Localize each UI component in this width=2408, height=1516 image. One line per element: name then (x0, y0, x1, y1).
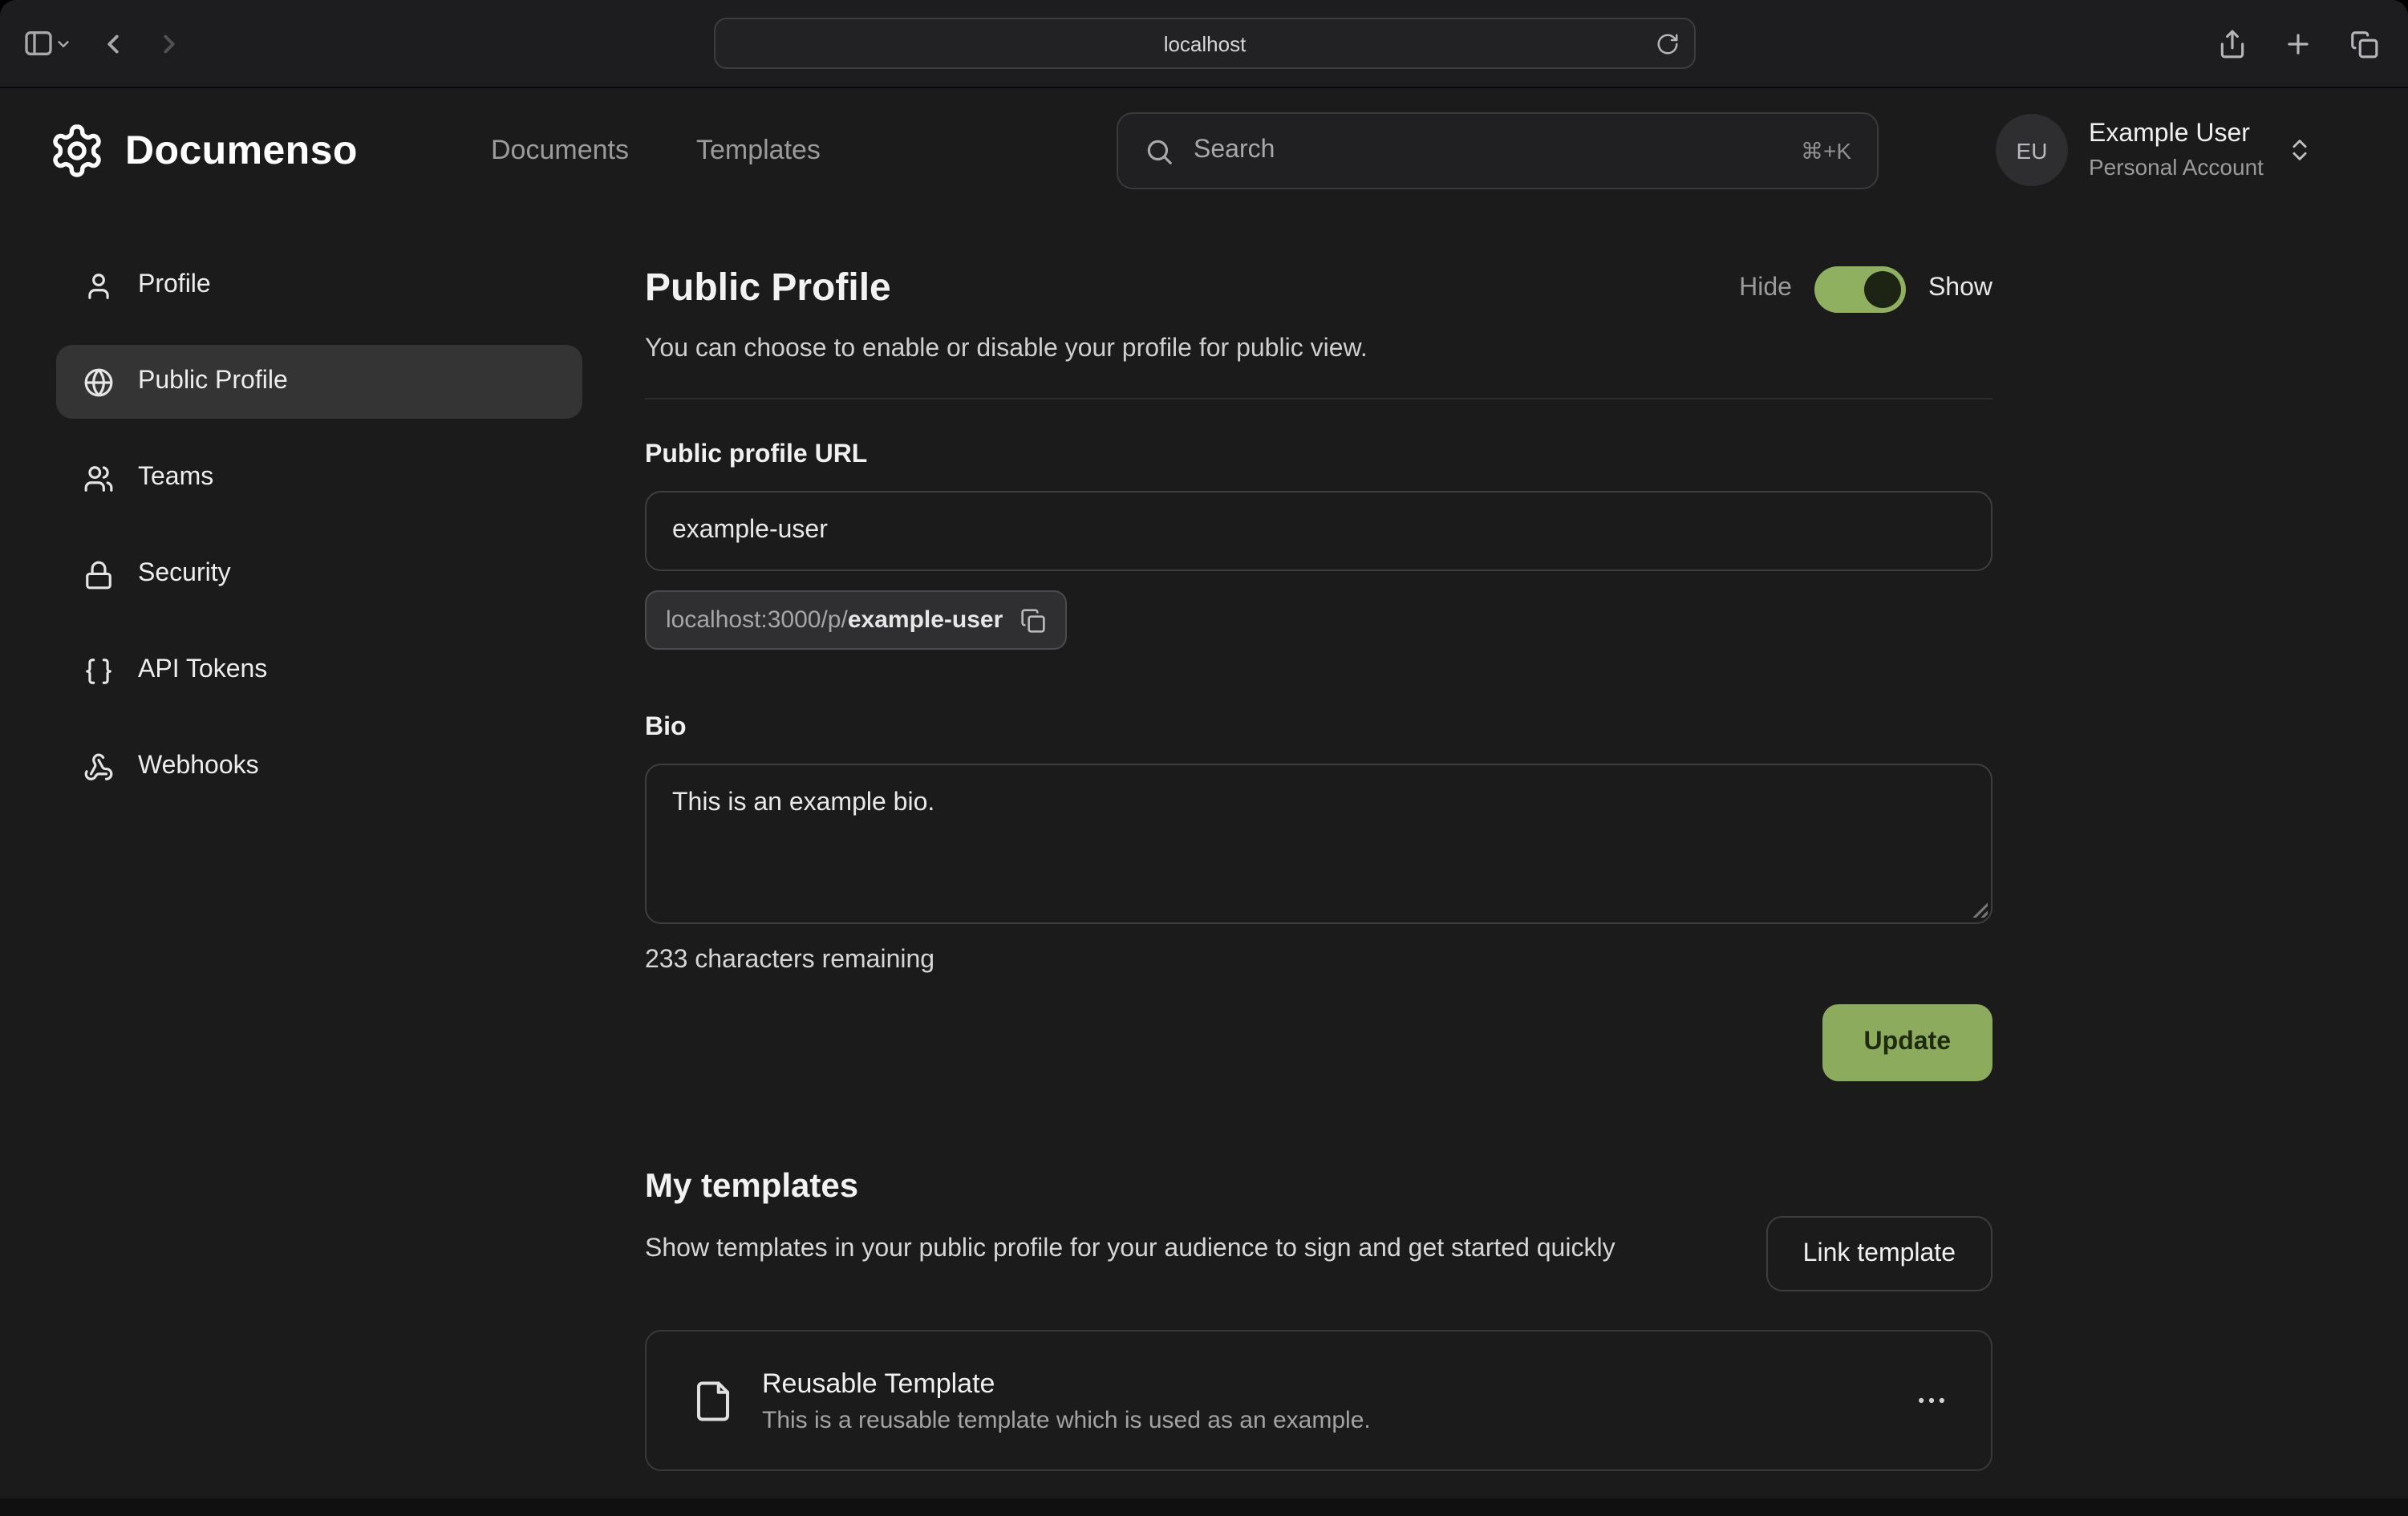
lock-icon (83, 559, 114, 590)
divider (645, 398, 1992, 399)
hide-label: Hide (1739, 274, 1792, 303)
ellipsis-menu-icon[interactable] (1914, 1383, 1949, 1418)
forward-icon[interactable] (154, 28, 184, 59)
search-placeholder: Search (1194, 136, 1275, 165)
tab-overview-icon[interactable] (2349, 28, 2379, 59)
share-icon[interactable] (2217, 28, 2248, 59)
documenso-logo-icon (48, 122, 106, 180)
globe-icon (83, 367, 114, 397)
url-text: localhost (1164, 31, 1247, 55)
search-shortcut: ⌘+K (1801, 137, 1851, 164)
sidebar-item-label: Profile (138, 271, 211, 300)
sidebar-item-label: API Tokens (138, 656, 267, 685)
characters-remaining: 233 characters remaining (645, 946, 1992, 975)
sidebar-item-label: Security (138, 560, 231, 589)
template-card[interactable]: Reusable Template This is a reusable tem… (645, 1330, 1992, 1471)
title-row: Public Profile Hide Show (645, 263, 1992, 314)
visibility-toggle-group: Hide Show (1739, 266, 1992, 312)
profile-link-slug: example-user (848, 606, 1003, 634)
users-icon (83, 463, 114, 493)
sidebar-item-label: Webhooks (138, 752, 259, 781)
brand[interactable]: Documenso (48, 122, 358, 180)
copy-icon[interactable] (1020, 607, 1046, 633)
app-header: Documenso Documents Templates Search ⌘+K… (0, 87, 2408, 215)
public-profile-url-label: Public profile URL (645, 441, 1992, 470)
chevrons-up-down-icon (2286, 136, 2313, 164)
screen: localhost Documenso Documents (0, 0, 2408, 1516)
nav-templates[interactable]: Templates (696, 135, 821, 167)
show-label: Show (1928, 274, 1992, 303)
profile-visibility-toggle[interactable] (1814, 266, 1906, 312)
back-icon[interactable] (98, 28, 128, 59)
profile-link-text: localhost:3000/p/example-user (666, 606, 1003, 634)
browser-nav-controls (22, 0, 184, 87)
user-account-type: Personal Account (2089, 154, 2264, 180)
sidebar-item-profile[interactable]: Profile (56, 249, 582, 322)
sidebar-item-teams[interactable]: Teams (56, 441, 582, 515)
update-button[interactable]: Update (1822, 1004, 1992, 1081)
my-templates-title: My templates (645, 1168, 1992, 1206)
templates-row: Show templates in your public profile fo… (645, 1216, 1992, 1291)
public-profile-settings: Public Profile Hide Show You can choose … (645, 263, 1992, 1471)
user-name: Example User (2089, 120, 2264, 149)
toggle-knob (1864, 270, 1901, 307)
avatar: EU (1996, 114, 2068, 186)
reload-icon[interactable] (1656, 32, 1680, 56)
top-nav: Documents Templates (491, 87, 821, 215)
page-description: You can choose to enable or disable your… (645, 335, 1992, 364)
template-card-text: Reusable Template This is a reusable tem… (762, 1368, 1371, 1433)
sidebar-item-public-profile[interactable]: Public Profile (56, 345, 582, 419)
templates-description: Show templates in your public profile fo… (645, 1229, 1615, 1271)
profile-link-copy[interactable]: localhost:3000/p/example-user (645, 590, 1067, 650)
update-row: Update (645, 1004, 1992, 1081)
browser-window-controls (2217, 0, 2379, 87)
settings-sidebar: Profile Public Profile Teams Security AP… (56, 249, 582, 826)
link-template-button[interactable]: Link template (1766, 1216, 1992, 1291)
sidebar-item-api-tokens[interactable]: API Tokens (56, 634, 582, 707)
user-icon (83, 270, 114, 301)
nav-documents[interactable]: Documents (491, 135, 629, 167)
footer-strip (0, 1498, 2408, 1516)
search-input[interactable]: Search ⌘+K (1117, 112, 1879, 189)
sidebar-item-webhooks[interactable]: Webhooks (56, 730, 582, 804)
braces-icon (83, 655, 114, 686)
file-icon (691, 1379, 735, 1422)
sidebar-item-security[interactable]: Security (56, 537, 582, 611)
public-profile-url-input[interactable] (645, 491, 1992, 571)
profile-link-prefix: localhost:3000/p/ (666, 606, 848, 634)
bio-textarea[interactable]: This is an example bio. (645, 764, 1992, 924)
sidebar-item-label: Teams (138, 464, 213, 492)
address-bar[interactable]: localhost (714, 18, 1696, 69)
page-title: Public Profile (645, 266, 891, 311)
sidebar-item-label: Public Profile (138, 367, 288, 396)
template-description: This is a reusable template which is use… (762, 1406, 1371, 1433)
webhook-icon (83, 752, 114, 782)
bio-field-wrapper: This is an example bio. (645, 764, 1992, 924)
template-title: Reusable Template (762, 1368, 1371, 1400)
new-tab-icon[interactable] (2283, 28, 2313, 59)
bio-label: Bio (645, 714, 1992, 743)
brand-name: Documenso (125, 128, 358, 174)
account-menu[interactable]: EU Example User Personal Account (1996, 114, 2313, 186)
browser-chrome: localhost (0, 0, 2408, 88)
sidebar-toggle-icon[interactable] (22, 27, 55, 59)
user-meta: Example User Personal Account (2089, 120, 2264, 180)
search-icon (1144, 136, 1174, 166)
chevron-down-icon[interactable] (55, 34, 72, 52)
